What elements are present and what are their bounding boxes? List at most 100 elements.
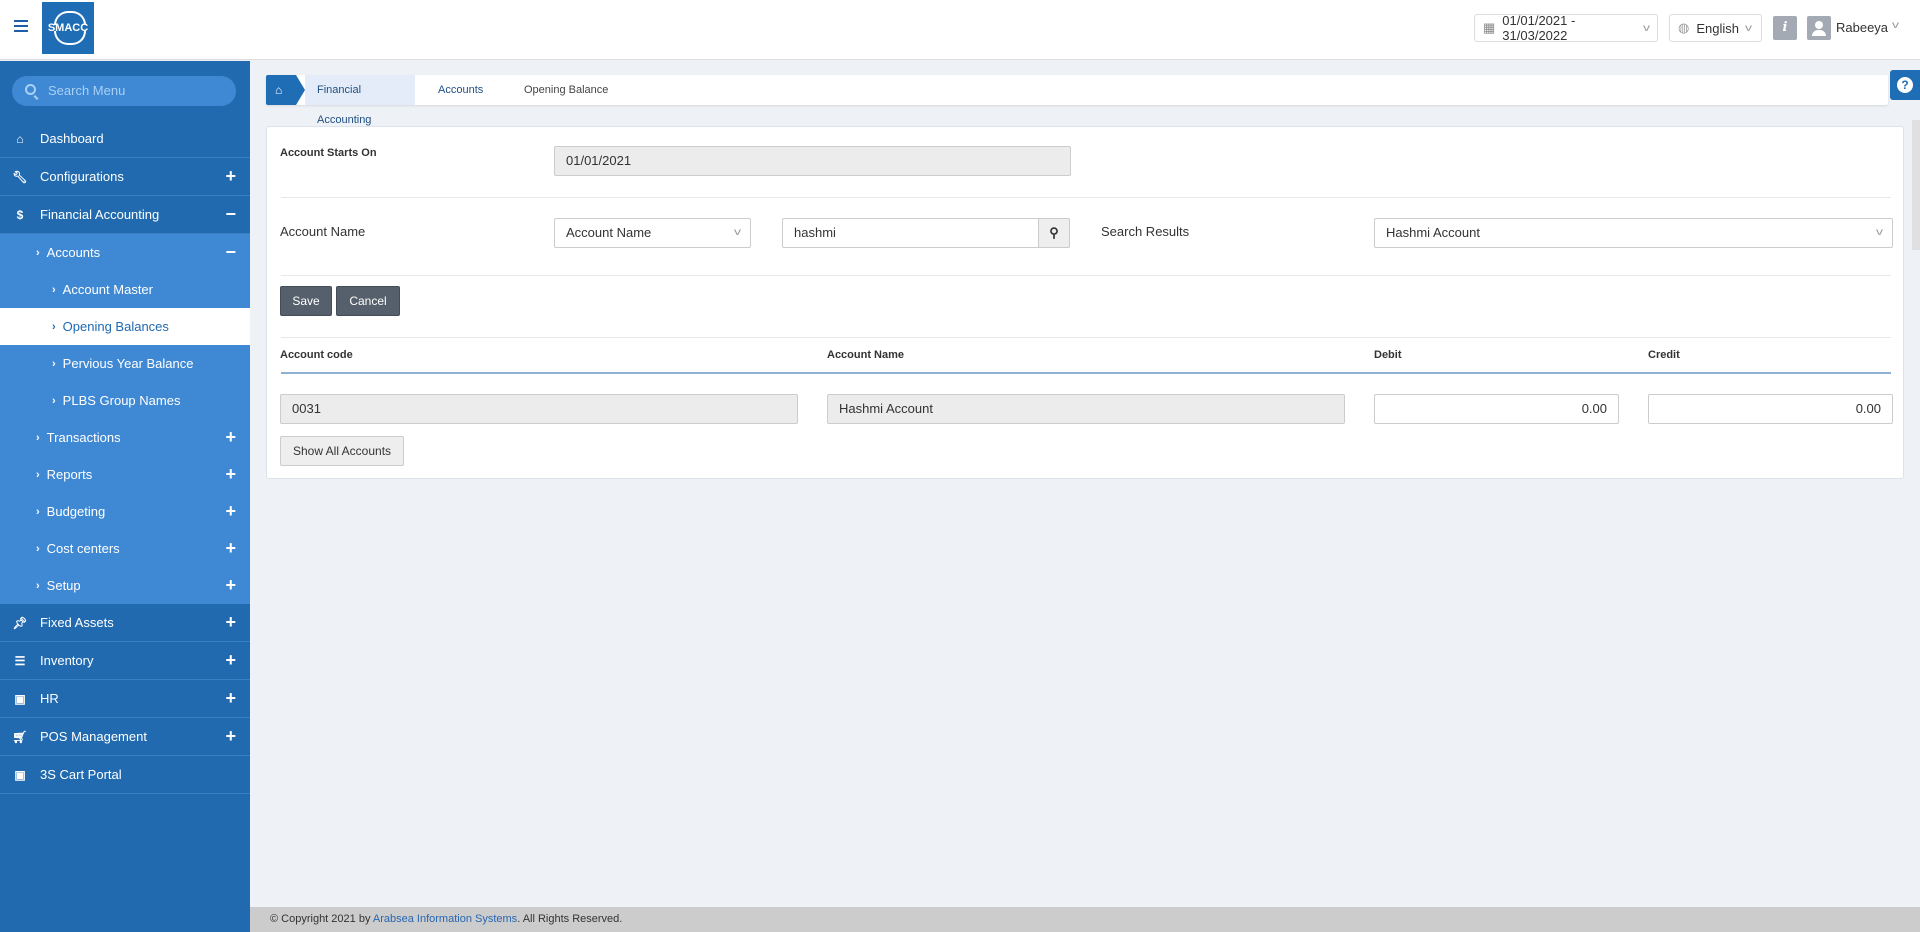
sidebar-item-label: Transactions xyxy=(46,430,121,445)
sidebar-item-account-master[interactable]: › Account Master xyxy=(0,271,250,308)
sidebar-item-inventory[interactable]: ☰ Inventory + xyxy=(0,642,250,680)
sidebar-item-accounts[interactable]: › Accounts − xyxy=(0,234,250,271)
expand-icon[interactable]: + xyxy=(225,726,236,747)
breadcrumb-accounts[interactable]: Accounts xyxy=(426,75,483,105)
search-button[interactable]: ⚲ xyxy=(1038,218,1070,248)
wrench-icon: 🔧︎ xyxy=(12,169,28,184)
sidebar-item-setup[interactable]: › Setup + xyxy=(0,567,250,604)
chevron-right-icon: › xyxy=(52,394,56,407)
expand-icon[interactable]: + xyxy=(225,538,236,559)
sidebar-item-opening-balances[interactable]: › Opening Balances xyxy=(0,308,250,345)
footer: © Copyright 2021 by Arabsea Information … xyxy=(250,907,1920,932)
calendar-icon: ▦ xyxy=(1483,20,1496,35)
sidebar-item-transactions[interactable]: › Transactions + xyxy=(0,419,250,456)
sidebar-item-pervious-year-balance[interactable]: › Pervious Year Balance xyxy=(0,345,250,382)
header-account-code: Account code xyxy=(280,349,353,361)
account-name-field: Hashmi Account xyxy=(827,394,1345,424)
menu-toggle-icon[interactable] xyxy=(14,20,28,32)
rights-text: . All Rights Reserved. xyxy=(517,913,623,925)
sidebar-item-3s-cart-portal[interactable]: ▣ 3S Cart Portal xyxy=(0,756,250,794)
sidebar-item-label: Dashboard xyxy=(40,131,104,146)
chevron-right-icon: › xyxy=(52,283,56,296)
collapse-icon[interactable]: − xyxy=(225,204,236,225)
search-placeholder: Search Menu xyxy=(48,83,126,98)
breadcrumb: ⌂ Financial Accounting Accounts Opening … xyxy=(266,75,1888,126)
sidebar-item-budgeting[interactable]: › Budgeting + xyxy=(0,493,250,530)
expand-icon[interactable]: + xyxy=(225,650,236,671)
dollar-icon: $ xyxy=(16,207,24,222)
header-account-name: Account Name xyxy=(827,349,905,361)
chevron-down-icon: v xyxy=(1643,22,1650,34)
breadcrumb-financial-accounting[interactable]: Financial Accounting xyxy=(305,75,415,126)
smacc-logo[interactable]: SMACC xyxy=(42,2,94,54)
date-range-picker[interactable]: ▦ 01/01/2021 - 31/03/2022 v xyxy=(1474,13,1658,43)
sidebar-item-pos-management[interactable]: 🛒︎ POS Management + xyxy=(0,718,250,756)
search-value: hashmi xyxy=(794,225,836,240)
search-by-value: Account Name xyxy=(566,225,652,240)
home-icon: ⌂ xyxy=(16,131,24,146)
help-button[interactable]: ? xyxy=(1890,70,1920,100)
search-by-select[interactable]: Account Name v xyxy=(554,218,751,248)
sidebar-item-label: Cost centers xyxy=(46,541,120,556)
expand-icon[interactable]: + xyxy=(225,612,236,633)
sidebar-item-financial-accounting[interactable]: $ Financial Accounting − xyxy=(0,196,250,234)
scrollbar[interactable] xyxy=(1912,120,1920,250)
credit-input[interactable]: 0.00 xyxy=(1648,394,1893,424)
account-search-input[interactable]: hashmi xyxy=(782,218,1070,248)
sidebar-item-label: Setup xyxy=(46,578,81,593)
search-results-label: Search Results xyxy=(1101,224,1190,239)
divider xyxy=(281,275,1891,276)
user-avatar-icon[interactable] xyxy=(1807,16,1831,40)
save-button[interactable]: Save xyxy=(280,286,332,316)
search-results-select[interactable]: Hashmi Account v xyxy=(1374,218,1893,248)
cancel-button[interactable]: Cancel xyxy=(336,286,400,316)
sidebar-item-fixed-assets[interactable]: 📌︎ Fixed Assets + xyxy=(0,604,250,642)
chevron-down-icon: v xyxy=(1744,22,1752,34)
info-button[interactable]: i xyxy=(1773,16,1797,40)
sidebar-item-hr[interactable]: ▣ HR + xyxy=(0,680,250,718)
expand-icon[interactable]: + xyxy=(225,427,236,448)
expand-icon[interactable]: + xyxy=(225,501,236,522)
sidebar: Search Menu ⌂ Dashboard 🔧︎ Configurations + $… xyxy=(0,61,250,932)
sidebar-item-label: Budgeting xyxy=(46,504,106,519)
home-icon: ⌂ xyxy=(275,83,283,97)
breadcrumb-home[interactable]: ⌂ xyxy=(266,75,305,105)
debit-input[interactable]: 0.00 xyxy=(1374,394,1619,424)
language-text: English xyxy=(1696,20,1739,36)
sidebar-item-label: POS Management xyxy=(40,729,147,744)
header-debit: Debit xyxy=(1374,349,1402,361)
expand-icon[interactable]: + xyxy=(225,166,236,187)
user-name[interactable]: Rabeeya xyxy=(1836,20,1888,35)
language-selector[interactable]: ◍ English v xyxy=(1669,14,1762,42)
expand-icon[interactable]: + xyxy=(225,688,236,709)
company-link[interactable]: Arabsea Information Systems xyxy=(373,913,517,925)
sidebar-item-label: Fixed Assets xyxy=(40,615,114,630)
header-credit: Credit xyxy=(1648,349,1680,361)
sidebar-item-label: Account Master xyxy=(62,282,153,297)
breadcrumb-opening-balance: Opening Balance xyxy=(524,84,609,96)
sidebar-item-dashboard[interactable]: ⌂ Dashboard xyxy=(0,120,250,158)
header-underline xyxy=(281,372,1891,374)
opening-balance-form: Account Starts On 01/01/2021 Account Nam… xyxy=(266,126,1904,479)
account-starts-on-label: Account Starts On xyxy=(280,147,377,159)
account-starts-on-field: 01/01/2021 xyxy=(554,146,1071,176)
sidebar-item-label: Inventory xyxy=(40,653,94,668)
expand-icon[interactable]: + xyxy=(225,464,236,485)
chevron-down-icon: v xyxy=(1876,227,1883,238)
sidebar-item-label: Pervious Year Balance xyxy=(62,356,194,371)
cart-icon: 🛒︎ xyxy=(12,729,28,744)
sidebar-item-configurations[interactable]: 🔧︎ Configurations + xyxy=(0,158,250,196)
sidebar-item-plbs-group-names[interactable]: › PLBS Group Names xyxy=(0,382,250,419)
question-icon: ? xyxy=(1897,77,1913,93)
sidebar-item-label: Configurations xyxy=(40,169,124,184)
show-all-accounts-button[interactable]: Show All Accounts xyxy=(280,436,404,466)
expand-icon[interactable]: + xyxy=(225,575,236,596)
collapse-icon[interactable]: − xyxy=(225,242,236,263)
globe-icon: ◍ xyxy=(1678,20,1690,35)
sidebar-item-label: Reports xyxy=(46,467,93,482)
search-menu-input[interactable]: Search Menu xyxy=(12,76,236,106)
sidebar-item-cost-centers[interactable]: › Cost centers + xyxy=(0,530,250,567)
sidebar-item-reports[interactable]: › Reports + xyxy=(0,456,250,493)
money-icon: ▣ xyxy=(14,691,26,706)
chevron-down-icon[interactable]: v xyxy=(1892,20,1899,31)
